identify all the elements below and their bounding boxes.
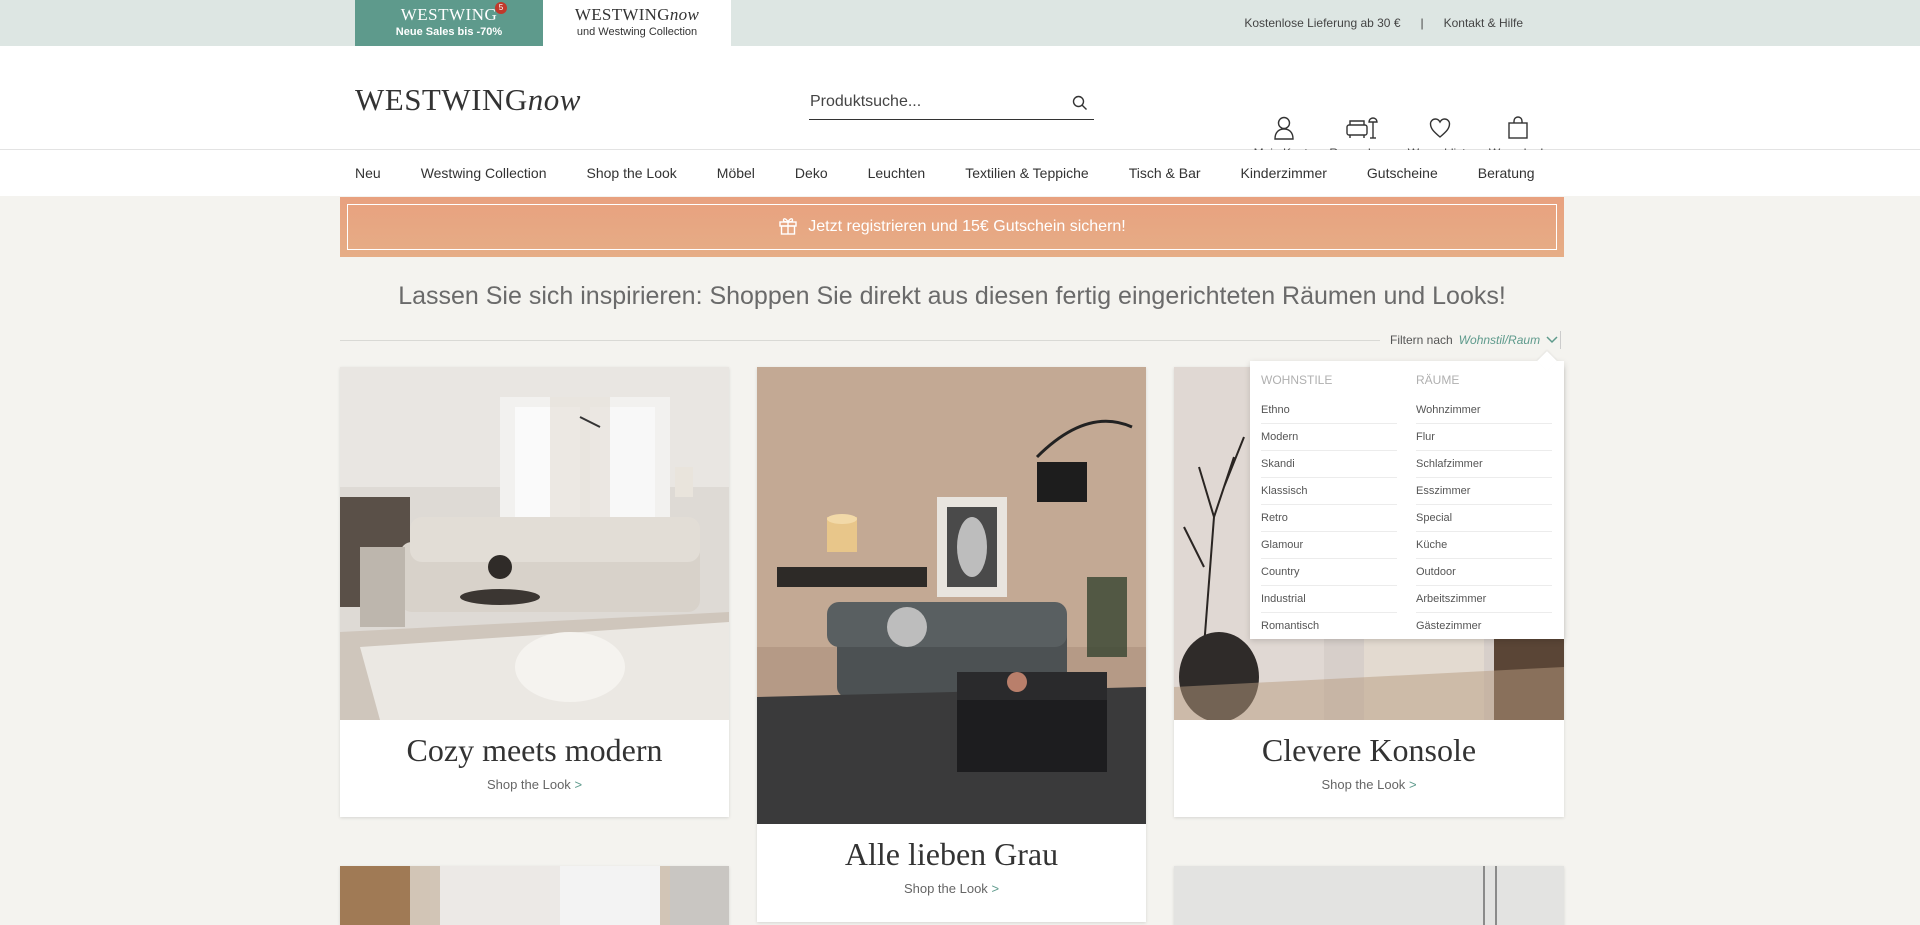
nav-item-neu[interactable]: Neu [355,165,381,181]
filter-option-ethno[interactable]: Ethno [1261,397,1397,424]
search-bar [809,86,1094,120]
shop-the-look-link[interactable]: Shop the Look > [340,777,729,792]
filter-option-glamour[interactable]: Glamour [1261,532,1397,559]
filter-option-esszimmer[interactable]: Esszimmer [1416,478,1552,505]
nav-item-shop-the-look[interactable]: Shop the Look [586,165,676,181]
search-input[interactable] [809,86,1059,118]
sales-count-badge: 5 [495,2,508,14]
register-promo-banner[interactable]: Jetzt registrieren und 15€ Gutschein sic… [340,197,1564,257]
site-logo[interactable]: WESTWINGnow [355,82,581,118]
arrow-right-icon: > [991,881,1000,896]
look-card-alle-lieben-grau[interactable]: Alle lieben Grau Shop the Look > [757,367,1146,922]
filter-option-kueche[interactable]: Küche [1416,532,1552,559]
search-icon[interactable] [1072,95,1088,116]
bag-icon [1479,116,1557,140]
user-icon [1245,116,1323,140]
rooms-heading: RÄUME [1416,373,1460,387]
chevron-down-icon[interactable] [1546,333,1558,347]
arrow-right-icon: > [574,777,583,792]
delivery-info-link[interactable]: Kostenlose Lieferung ab 30 € [1244,16,1400,30]
westwing-now-tab-logo: WESTWINGnow [574,5,700,24]
styles-column: WOHNSTILE Ethno Modern Skandi Klassisch … [1261,373,1397,640]
filter-control[interactable]: Filtern nach Wohnstil/Raum [1390,331,1561,349]
rooms-column: RÄUME Wohnzimmer Flur Schlafzimmer Esszi… [1416,373,1552,640]
filter-option-schlafzimmer[interactable]: Schlafzimmer [1416,451,1552,478]
filter-option-modern[interactable]: Modern [1261,424,1397,451]
arrow-right-icon: > [1408,777,1417,792]
filter-option-skandi[interactable]: Skandi [1261,451,1397,478]
nav-item-leuchten[interactable]: Leuchten [868,165,926,181]
top-links-separator: | [1420,16,1424,30]
heart-icon [1401,116,1479,140]
look-image[interactable] [340,866,729,925]
look-card-cozy-meets-modern[interactable]: Cozy meets modern Shop the Look > [340,367,729,817]
filter-option-arbeitszimmer[interactable]: Arbeitszimmer [1416,586,1552,613]
westwing-now-tab-subtitle: und Westwing Collection [576,26,698,38]
filter-option-klassisch[interactable]: Klassisch [1261,478,1397,505]
top-links: Kostenlose Lieferung ab 30 € | Kontakt &… [1244,16,1523,30]
filter-option-outdoor[interactable]: Outdoor [1416,559,1552,586]
shop-the-look-link[interactable]: Shop the Look > [757,881,1146,896]
filter-option-country[interactable]: Country [1261,559,1397,586]
nav-item-beratung[interactable]: Beratung [1478,165,1535,181]
contact-help-link[interactable]: Kontakt & Hilfe [1444,16,1523,30]
look-image[interactable] [340,367,729,720]
top-bar: WESTWING 5 Neue Sales bis -70% WESTWINGn… [0,0,1920,46]
filter-dropdown: WOHNSTILE Ethno Modern Skandi Klassisch … [1250,351,1564,640]
westwing-tab-logo: WESTWING 5 [401,2,508,25]
nav-item-tisch-bar[interactable]: Tisch & Bar [1129,165,1201,181]
page-headline: Lassen Sie sich inspirieren: Shoppen Sie… [398,282,1506,310]
promo-text: Jetzt registrieren und 15€ Gutschein sic… [808,218,1126,235]
look-image[interactable] [757,367,1146,824]
room-planner-icon [1323,116,1401,140]
nav-item-gutscheine[interactable]: Gutscheine [1367,165,1438,181]
nav-item-moebel[interactable]: Möbel [717,165,755,181]
filter-option-romantisch[interactable]: Romantisch [1261,613,1397,640]
look-image[interactable] [1174,866,1564,925]
filter-value[interactable]: Wohnstil/Raum [1459,333,1540,347]
nav-item-textilien-teppiche[interactable]: Textilien & Teppiche [965,165,1088,181]
dropdown-caret [1537,351,1557,371]
look-title[interactable]: Cozy meets modern [340,732,729,769]
westwing-tab[interactable]: WESTWING 5 Neue Sales bis -70% [355,0,543,46]
look-card-partial[interactable] [340,866,729,925]
shop-the-look-link[interactable]: Shop the Look > [1174,777,1564,792]
westwing-now-tab[interactable]: WESTWINGnow und Westwing Collection [543,0,731,46]
filter-option-industrial[interactable]: Industrial [1261,586,1397,613]
filter-label: Filtern nach [1390,333,1453,347]
nav-item-kinderzimmer[interactable]: Kinderzimmer [1241,165,1327,181]
filter-separator [1560,331,1561,349]
nav-item-westwing-collection[interactable]: Westwing Collection [421,165,547,181]
main-navigation: Neu Westwing Collection Shop the Look Mö… [0,150,1920,196]
nav-item-deko[interactable]: Deko [795,165,828,181]
filter-divider [340,340,1380,341]
look-title[interactable]: Clevere Konsole [1174,732,1564,769]
filter-option-retro[interactable]: Retro [1261,505,1397,532]
westwing-tab-subtitle: Neue Sales bis -70% [395,26,503,38]
styles-heading: WOHNSTILE [1261,373,1333,387]
gift-icon [778,215,798,240]
header: WESTWINGnow Mein Konto Raumplaner Wunsch… [0,46,1920,160]
filter-option-special[interactable]: Special [1416,505,1552,532]
filter-option-wohnzimmer[interactable]: Wohnzimmer [1416,397,1552,424]
look-title[interactable]: Alle lieben Grau [757,836,1146,873]
filter-option-flur[interactable]: Flur [1416,424,1552,451]
filter-option-gaestezimmer[interactable]: Gästezimmer [1416,613,1552,640]
look-card-partial[interactable] [1174,866,1564,925]
